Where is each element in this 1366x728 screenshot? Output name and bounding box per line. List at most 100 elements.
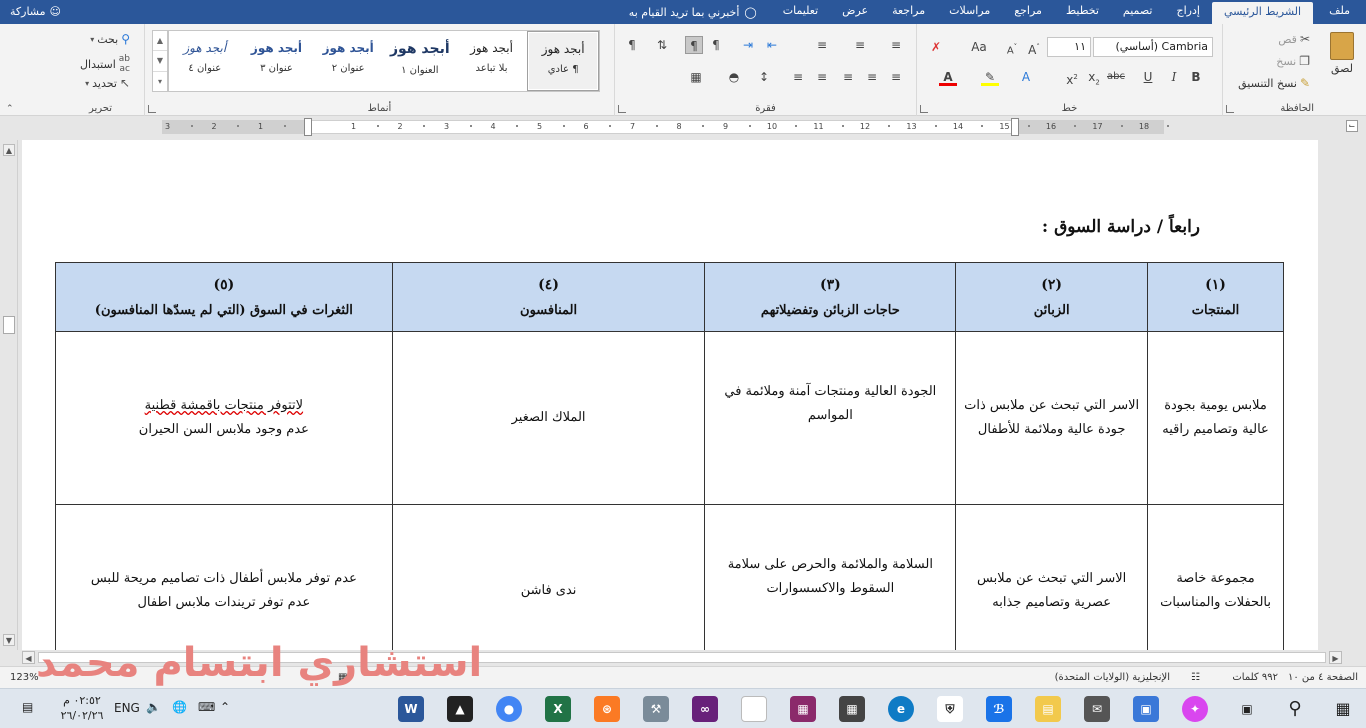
ltr-direction-icon[interactable]: ¶ <box>707 36 725 54</box>
style-no-spacing[interactable]: أبجد هوز بلا تباعد <box>456 31 528 91</box>
align-right-icon[interactable]: ≡ <box>863 68 881 86</box>
table-cell[interactable]: لاتتوفر منتجات باقمشة قطنية عدم وجود ملا… <box>55 331 393 505</box>
language-indicator-tray[interactable]: ENG <box>114 701 140 728</box>
underline-icon[interactable]: U <box>1139 68 1157 86</box>
align-center-icon[interactable]: ≡ <box>839 68 857 86</box>
format-painter-button[interactable]: ✎ نسخ التنسيق <box>1238 76 1310 90</box>
clock[interactable]: ٠٢:٥٢ م ٢٦/٠٢/٢٦ <box>56 693 108 723</box>
replace-button[interactable]: ab ac استبدال <box>80 54 130 74</box>
vertical-scrollbar[interactable]: ▲ ▼ <box>0 140 18 650</box>
table-cell[interactable]: مجموعة خاصة بالحفلات والمناسبات <box>1147 504 1284 650</box>
style-heading-2[interactable]: أبجد هوز عنوان ٢ <box>312 31 384 91</box>
tray-overflow-icon[interactable]: ⌃ <box>220 700 230 728</box>
bullets-icon[interactable]: ≡ <box>887 36 905 54</box>
tab-insert[interactable]: إدراج <box>1165 0 1212 24</box>
font-color-icon[interactable]: A <box>939 68 957 86</box>
file-explorer-app-icon[interactable]: ▤ <box>1035 696 1061 722</box>
proofing-icon[interactable]: ☷ <box>1191 672 1200 683</box>
table-cell[interactable]: عدم توفر ملابس أطفال ذات تصاميم مريحة لل… <box>55 504 393 650</box>
line-spacing-icon[interactable]: ↕ <box>755 68 773 86</box>
tab-selector[interactable]: ⌙ <box>1346 120 1358 132</box>
change-case-icon[interactable]: Aa <box>967 38 991 56</box>
table-cell[interactable]: الجودة العالية ومنتجات آمنة وملائمة في ا… <box>704 331 957 505</box>
horizontal-scroll-track[interactable] <box>38 652 1326 663</box>
shrink-font-icon[interactable]: A˅ <box>1003 38 1021 56</box>
start-button-icon[interactable]: ▦ <box>1330 696 1356 722</box>
notification-icon[interactable]: ▤ <box>22 700 33 728</box>
volume-icon[interactable]: 🔈 <box>146 700 161 728</box>
justify-low-icon[interactable]: ≡ <box>789 68 807 86</box>
winrar-app-icon[interactable]: ▦ <box>790 696 816 722</box>
show-marks-icon[interactable]: ¶ <box>623 36 641 54</box>
horizontal-scrollbar[interactable]: ◀ ▶ <box>22 650 1342 665</box>
word-count[interactable]: ٩٩٢ كلمات <box>1232 672 1278 683</box>
task-view-icon[interactable]: ▣ <box>1234 696 1260 722</box>
zoom-level[interactable]: 123% <box>10 672 39 683</box>
font-name-combo[interactable]: Cambria (أساسي) <box>1093 37 1213 57</box>
tell-me-box[interactable]: ◯ أخبرني بما تريد القيام به <box>615 0 771 24</box>
table-cell[interactable]: الملاك الصغير <box>391 331 706 505</box>
paragraph-launcher-icon[interactable] <box>618 105 626 113</box>
table-cell[interactable]: الاسر التي تبحث عن ملابس ذات جودة عالية … <box>955 331 1149 505</box>
tab-references[interactable]: مراجع <box>1002 0 1054 24</box>
bluetooth-app-icon[interactable]: ℬ <box>986 696 1012 722</box>
indent-marker-left[interactable] <box>304 118 312 136</box>
justify-icon[interactable]: ≡ <box>887 68 905 86</box>
document-page[interactable]: رابعاً / دراسة السوق : (١) المنتجات (٢) … <box>22 140 1318 650</box>
tab-design[interactable]: تصميم <box>1111 0 1165 24</box>
rtl-direction-icon[interactable]: ¶ <box>685 36 703 54</box>
subscript-icon[interactable]: x2 <box>1085 68 1103 86</box>
increase-indent-icon[interactable]: ⇥ <box>739 36 757 54</box>
security-app-icon[interactable]: ⛨ <box>937 696 963 722</box>
copilot-app-icon[interactable]: ✦ <box>1182 696 1208 722</box>
network-icon[interactable]: 🌐 <box>172 700 187 728</box>
search-icon[interactable]: ⚲ <box>1282 696 1308 722</box>
scroll-right-icon[interactable]: ▶ <box>1329 651 1342 664</box>
language-indicator[interactable]: الإنجليزية (الولايات المتحدة) <box>1055 672 1170 683</box>
clear-formatting-icon[interactable]: ✗ <box>927 38 945 56</box>
tools-app-icon[interactable]: ⚒ <box>643 696 669 722</box>
text-effects-icon[interactable]: A <box>1017 68 1035 86</box>
gallery-down-icon[interactable]: ▼ <box>153 51 167 72</box>
collapse-ribbon-icon[interactable]: ⌃ <box>6 104 14 114</box>
align-left-icon[interactable]: ≡ <box>813 68 831 86</box>
gallery-up-icon[interactable]: ▲ <box>153 31 167 52</box>
styles-launcher-icon[interactable] <box>148 105 156 113</box>
gallery-more-icon[interactable]: ▾ <box>153 72 167 91</box>
scroll-up-icon[interactable]: ▲ <box>3 144 15 156</box>
store-app-icon[interactable]: ▣ <box>1133 696 1159 722</box>
grow-font-icon[interactable]: A˄ <box>1025 38 1043 57</box>
clipboard-launcher-icon[interactable] <box>1226 105 1234 113</box>
calculator-app-icon[interactable]: ▦ <box>839 696 865 722</box>
edge-app-icon[interactable]: e <box>888 696 914 722</box>
table-cell[interactable]: ندى فاشن <box>391 504 706 650</box>
scroll-thumb[interactable] <box>3 316 15 334</box>
table-cell[interactable]: ملابس يومية بجودة عالية وتصاميم راقيه <box>1147 331 1284 505</box>
tab-view[interactable]: عرض <box>830 0 880 24</box>
bold-icon[interactable]: B <box>1187 68 1205 86</box>
scroll-down-icon[interactable]: ▼ <box>3 634 15 646</box>
multilevel-list-icon[interactable]: ≡ <box>813 36 831 54</box>
style-heading-4[interactable]: أبجد هوز عنوان ٤ <box>169 31 241 91</box>
style-normal[interactable]: أبجد هوز ¶ عادي <box>527 31 599 91</box>
copy-button[interactable]: ❐ نسخ <box>1276 54 1310 68</box>
font-launcher-icon[interactable] <box>920 105 928 113</box>
cut-button[interactable]: ✂ قص <box>1278 32 1310 46</box>
word-app-icon[interactable]: W <box>398 696 424 722</box>
borders-icon[interactable]: ▦ <box>687 68 705 86</box>
blank-app-icon[interactable] <box>741 696 767 722</box>
visual-studio-app-icon[interactable]: ∞ <box>692 696 718 722</box>
share-button[interactable]: ☺ مشاركة <box>10 0 61 24</box>
xampp-app-icon[interactable]: ⊛ <box>594 696 620 722</box>
table-cell[interactable]: السلامة والملائمة والحرص على سلامة السقو… <box>704 504 957 650</box>
tab-mailings[interactable]: مراسلات <box>937 0 1002 24</box>
table-cell[interactable]: الاسر التي تبحث عن ملابس عصرية وتصاميم ج… <box>955 504 1149 650</box>
tab-review[interactable]: مراجعة <box>880 0 937 24</box>
style-heading-3[interactable]: أبجد هوز عنوان ٣ <box>241 31 313 91</box>
page-count[interactable]: الصفحة ٤ من ١٠ <box>1288 672 1358 683</box>
scroll-left-icon[interactable]: ◀ <box>22 651 35 664</box>
tab-home[interactable]: الشريط الرئيسي <box>1211 2 1314 24</box>
accessibility-icon[interactable]: ▦ <box>338 672 347 683</box>
font-size-combo[interactable]: ١١ <box>1047 37 1091 57</box>
style-heading-1[interactable]: أبجد هوز العنوان ١ <box>384 31 456 91</box>
